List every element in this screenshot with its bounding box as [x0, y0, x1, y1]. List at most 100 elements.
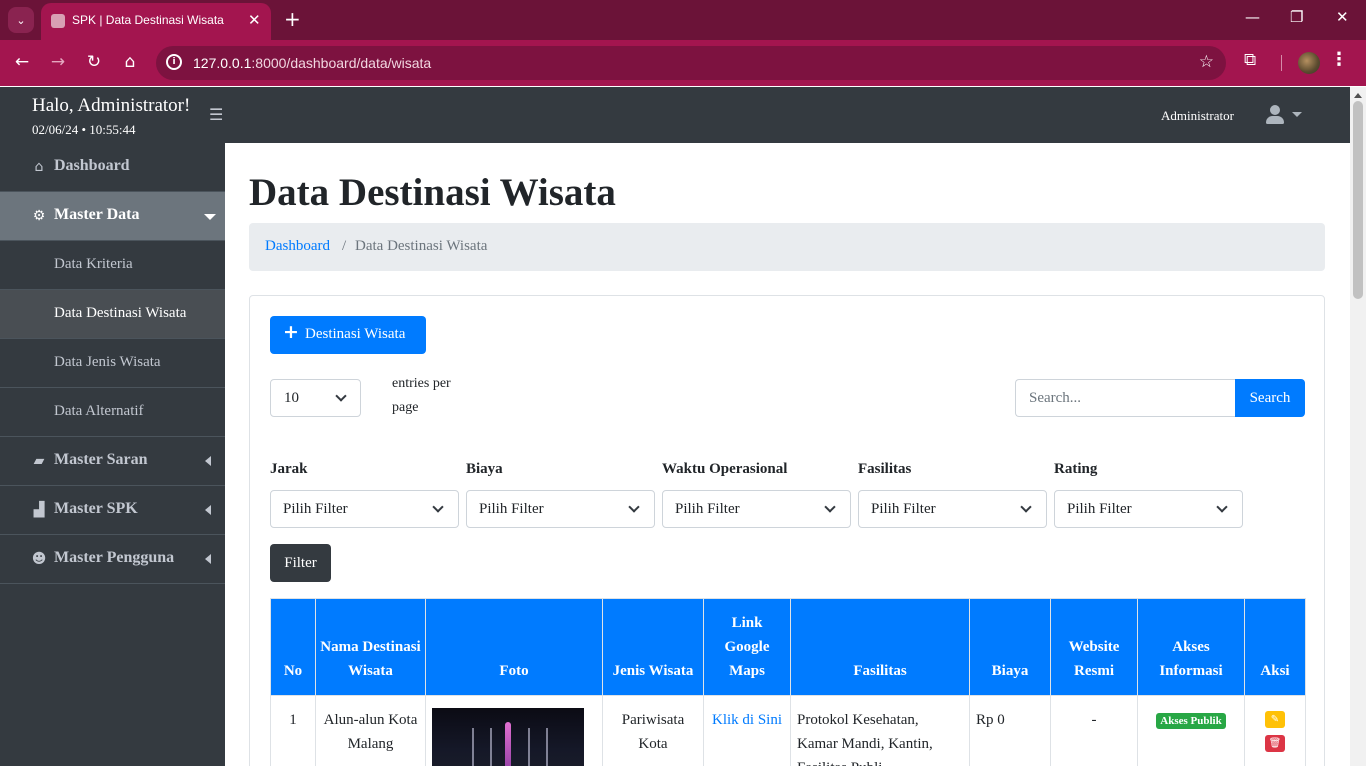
- sidebar-item-dashboard[interactable]: ⌂ Dashboard: [0, 143, 225, 192]
- sidebar: ⌂ Dashboard ⚙ Master Data Data Kriteria …: [0, 143, 225, 766]
- entries-per-page-select[interactable]: 10: [270, 379, 361, 417]
- filter-select-biaya[interactable]: Pilih Filter: [466, 490, 655, 528]
- chevron-down-icon: [1216, 501, 1228, 513]
- cell-website: -: [1050, 695, 1138, 766]
- google-maps-link[interactable]: Klik di Sini: [712, 712, 782, 728]
- user-dropdown-caret-icon[interactable]: [1292, 112, 1302, 117]
- profile-avatar[interactable]: [1298, 52, 1320, 74]
- url-text[interactable]: 127.0.0.1:8000/dashboard/data/wisata: [193, 55, 431, 71]
- filter-select-waktu-operasional[interactable]: Pilih Filter: [662, 490, 851, 528]
- header-link: Link Google Maps: [703, 598, 791, 696]
- forward-icon[interactable]: →: [46, 50, 70, 74]
- toolbar-divider: [1281, 55, 1282, 71]
- tab-title: SPK | Data Destinasi Wisata: [72, 13, 224, 27]
- sidebar-item-label: Data Jenis Wisata: [54, 354, 161, 370]
- filter-select-jarak[interactable]: Pilih Filter: [270, 490, 459, 528]
- header-website: Website Resmi: [1050, 598, 1138, 696]
- bookmark-star-icon[interactable]: ☆: [1199, 52, 1214, 72]
- chevron-down-icon: [824, 501, 836, 513]
- cell-akses: Akses Publik: [1137, 695, 1245, 766]
- restore-icon[interactable]: ❐: [1290, 8, 1303, 26]
- sidebar-item-data-jenis-wisata[interactable]: Data Jenis Wisata: [0, 339, 225, 388]
- breadcrumb-current: Data Destinasi Wisata: [355, 238, 488, 254]
- filter-select-rating[interactable]: Pilih Filter: [1054, 490, 1243, 528]
- akses-badge: Akses Publik: [1156, 713, 1226, 729]
- sidebar-item-data-kriteria[interactable]: Data Kriteria: [0, 241, 225, 290]
- header-akses: Akses Informasi: [1137, 598, 1245, 696]
- page-title: Data Destinasi Wisata: [249, 171, 616, 214]
- header-jenis: Jenis Wisata: [602, 598, 704, 696]
- home-icon[interactable]: ⌂: [118, 50, 142, 74]
- caret-left-icon: [205, 456, 211, 466]
- sidebar-item-label: Master Data: [54, 206, 140, 223]
- browser-tab-active[interactable]: SPK | Data Destinasi Wisata ✕: [41, 3, 271, 40]
- chevron-down-icon: [1020, 501, 1032, 513]
- browser-menu-icon[interactable]: ⋮: [1330, 49, 1348, 70]
- sidebar-item-label: Data Kriteria: [54, 256, 133, 272]
- scroll-up-arrow-icon[interactable]: [1354, 93, 1362, 98]
- page-scrollbar[interactable]: [1350, 87, 1366, 766]
- add-destinasi-label: Destinasi Wisata: [305, 326, 406, 342]
- tab-close-icon[interactable]: ✕: [248, 11, 261, 29]
- user-name[interactable]: Administrator: [1161, 108, 1234, 124]
- destinasi-photo[interactable]: [432, 708, 584, 766]
- data-card: + Destinasi Wisata 10 entries per page S…: [249, 295, 1325, 766]
- edit-icon[interactable]: ✎: [1265, 711, 1285, 728]
- sidebar-item-label: Data Destinasi Wisata: [54, 305, 187, 321]
- caret-left-icon: [205, 505, 211, 515]
- site-info-icon[interactable]: i: [166, 54, 182, 70]
- entries-label: entries per page: [392, 376, 451, 415]
- sidebar-item-master-pengguna[interactable]: ☻ Master Pengguna: [0, 535, 225, 584]
- search-input[interactable]: Search...: [1015, 379, 1235, 417]
- sidebar-item-master-spk[interactable]: ▟ Master SPK: [0, 486, 225, 535]
- sidebar-item-label: Master Pengguna: [54, 549, 175, 566]
- user-icon[interactable]: [1266, 105, 1284, 125]
- cell-aksi: ✎ 🗑: [1244, 695, 1306, 766]
- new-tab-icon[interactable]: +: [284, 7, 301, 31]
- filter-label-fasilitas: Fasilitas: [858, 461, 912, 477]
- extensions-icon[interactable]: ⧉: [1244, 50, 1256, 70]
- breadcrumb-separator: /: [342, 238, 347, 254]
- window-close-icon[interactable]: ✕: [1336, 8, 1349, 26]
- sidebar-item-data-alternatif[interactable]: Data Alternatif: [0, 388, 225, 437]
- back-icon[interactable]: ←: [10, 50, 34, 74]
- filter-select-value: Pilih Filter: [675, 501, 740, 517]
- sidebar-item-master-saran[interactable]: ▰ Master Saran: [0, 437, 225, 486]
- filter-button[interactable]: Filter: [270, 544, 331, 582]
- filter-select-fasilitas[interactable]: Pilih Filter: [858, 490, 1047, 528]
- destinasi-table: No Nama Destinasi Wisata Foto Jenis Wisa…: [270, 598, 1306, 766]
- scrollbar-thumb[interactable]: [1353, 101, 1363, 299]
- cell-fasilitas: Protokol Kesehatan, Kamar Mandi, Kantin,…: [790, 695, 970, 766]
- header-fasilitas: Fasilitas: [790, 598, 970, 696]
- tab-search-chevron-icon[interactable]: ⌄: [8, 7, 34, 33]
- minimize-icon[interactable]: —: [1245, 8, 1260, 26]
- greeting-text: Halo, Administrator!: [32, 95, 191, 116]
- breadcrumb-home-link[interactable]: Dashboard: [265, 238, 330, 255]
- tab-favicon-icon: [51, 14, 65, 28]
- plus-icon: +: [283, 321, 299, 343]
- datetime-text: 02/06/24 • 10:55:44: [32, 122, 136, 137]
- cell-jenis: Pariwisata Kota: [602, 695, 704, 766]
- table-row: 1 Alun-alun Kota Malang Pariwisata Kota …: [270, 695, 1306, 766]
- reload-icon[interactable]: ↻: [82, 50, 106, 74]
- chart-icon: ▟: [33, 502, 45, 518]
- filter-label-jarak: Jarak: [270, 461, 308, 477]
- filter-select-value: Pilih Filter: [479, 501, 544, 517]
- address-bar[interactable]: i 127.0.0.1:8000/dashboard/data/wisata ☆: [156, 46, 1226, 80]
- sidebar-item-master-data[interactable]: ⚙ Master Data: [0, 192, 225, 241]
- header-biaya: Biaya: [969, 598, 1051, 696]
- home-icon: ⌂: [34, 159, 44, 175]
- add-destinasi-button[interactable]: + Destinasi Wisata: [270, 316, 426, 354]
- header-aksi: Aksi: [1244, 598, 1306, 696]
- header-no: No: [270, 598, 316, 696]
- sidebar-item-label: Master SPK: [54, 500, 138, 517]
- sidebar-item-data-destinasi-wisata[interactable]: Data Destinasi Wisata: [0, 290, 225, 339]
- cell-foto: [425, 695, 603, 766]
- trash-icon[interactable]: 🗑: [1265, 735, 1285, 752]
- cell-nama: Alun-alun Kota Malang: [315, 695, 426, 766]
- search-button[interactable]: Search: [1235, 379, 1305, 417]
- sidebar-toggle-icon[interactable]: ☰: [209, 105, 223, 124]
- sidebar-item-label: Data Alternatif: [54, 403, 144, 419]
- breadcrumb: Dashboard / Data Destinasi Wisata: [249, 223, 1325, 271]
- sidebar-item-label: Dashboard: [54, 157, 130, 174]
